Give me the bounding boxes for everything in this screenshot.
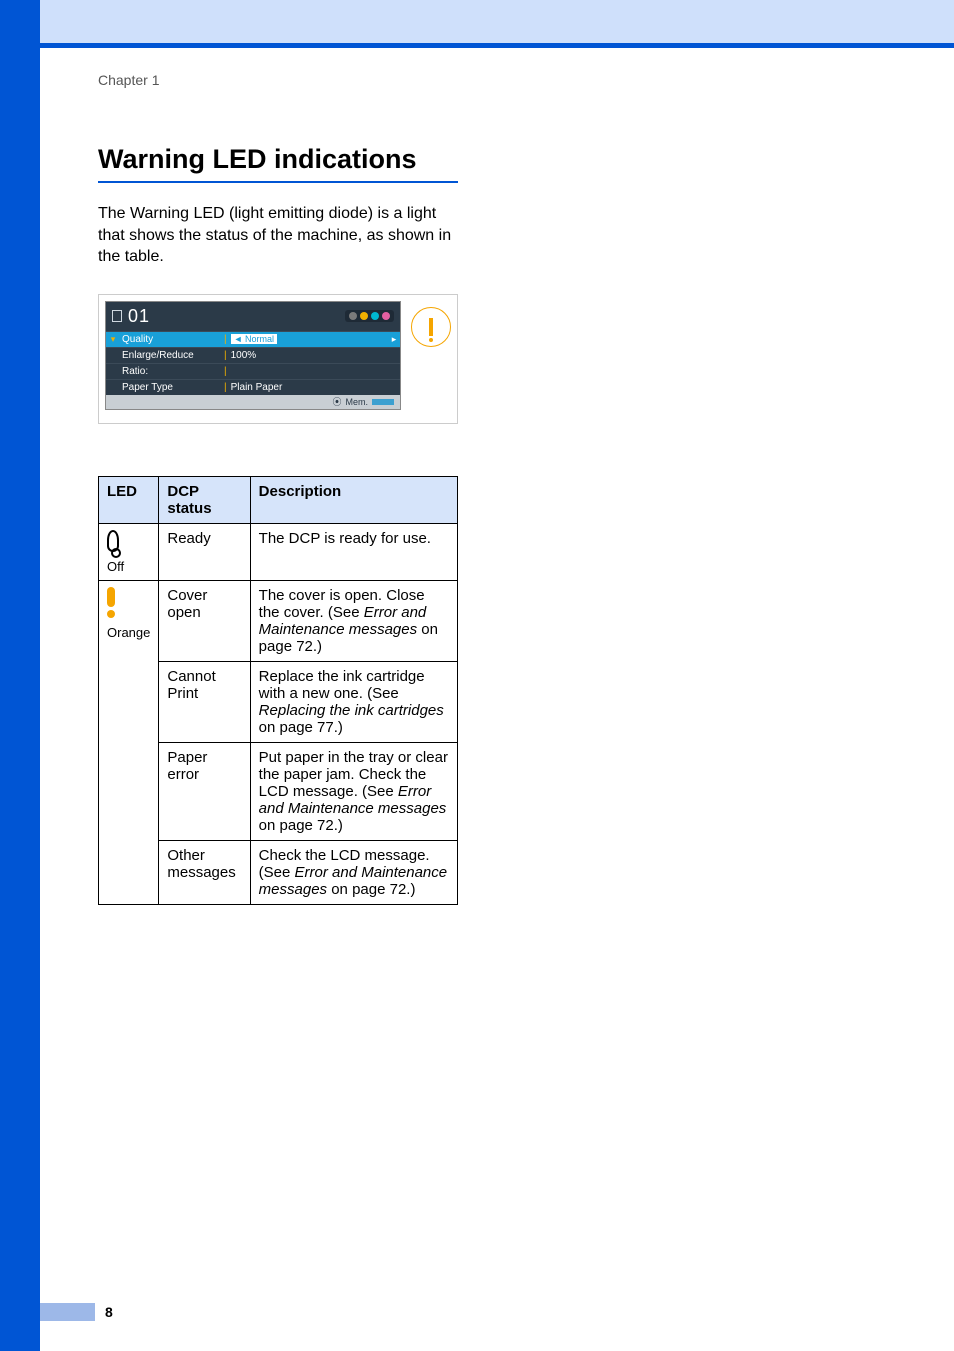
status-paper-error: Paper error: [159, 742, 250, 840]
lcd-row-ratio: Ratio: |: [106, 363, 400, 379]
led-off-cell: Off: [99, 523, 159, 580]
led-indications-table: LED DCP status Description Off Ready The…: [98, 476, 458, 905]
desc-paper-error: Put paper in the tray or clear the paper…: [250, 742, 457, 840]
status-cannot-print: Cannot Print: [159, 661, 250, 742]
desc-cannot-print: Replace the ink cartridge with a new one…: [250, 661, 457, 742]
desc-ready: The DCP is ready for use.: [250, 523, 457, 580]
wifi-icon: ⦿: [332, 395, 341, 408]
lcd-row-paper: Paper Type | Plain Paper: [106, 379, 400, 395]
lcd-screen: 01 ▾ Quality | ◄ Normal ▸: [105, 301, 401, 410]
lcd-copy-number: 01: [128, 306, 150, 327]
page-header-bar: [40, 0, 954, 43]
lcd-panel-figure: 01 ▾ Quality | ◄ Normal ▸: [98, 294, 458, 424]
lcd-quality-label: Quality: [120, 334, 220, 345]
lcd-paper-value: Plain Paper: [231, 382, 400, 393]
warning-led-callout: [411, 307, 451, 347]
status-ready: Ready: [159, 523, 250, 580]
ink-dot-yellow: [360, 312, 368, 320]
ink-level-indicator: [345, 310, 394, 322]
lcd-mem-label: Mem.: [346, 397, 369, 407]
led-off-label: Off: [107, 559, 124, 574]
page-header-rule: [40, 43, 954, 48]
table-row: Off Ready The DCP is ready for use.: [99, 523, 458, 580]
status-cover-open: Cover open: [159, 580, 250, 661]
lcd-row-quality: ▾ Quality | ◄ Normal ▸: [106, 331, 400, 347]
ink-dot-black: [349, 312, 357, 320]
chevron-right-icon: ▸: [388, 334, 400, 345]
memory-bar-icon: [372, 399, 394, 405]
lcd-quality-arrow: ◄: [234, 334, 243, 344]
exclamation-icon: [429, 318, 433, 336]
page-number: 8: [40, 1303, 113, 1321]
ink-dot-cyan: [371, 312, 379, 320]
desc-cover-open: The cover is open. Close the cover. (See…: [250, 580, 457, 661]
page-spine: [0, 0, 40, 1351]
lcd-copy-count: 01: [112, 306, 150, 327]
page-number-text: 8: [95, 1304, 113, 1320]
document-icon: [112, 310, 122, 322]
desc-other-messages: Check the LCD message. (See Error and Ma…: [250, 840, 457, 904]
lcd-paper-label: Paper Type: [120, 382, 220, 393]
ink-dot-magenta: [382, 312, 390, 320]
status-other-messages: Other messages: [159, 840, 250, 904]
lcd-enlarge-value: 100%: [231, 350, 400, 361]
section-title: Warning LED indications: [98, 144, 898, 175]
led-off-icon: [107, 530, 119, 552]
th-description: Description: [250, 476, 457, 523]
th-led: LED: [99, 476, 159, 523]
lcd-ratio-label: Ratio:: [120, 366, 220, 377]
th-status: DCP status: [159, 476, 250, 523]
led-orange-icon: [107, 587, 115, 618]
led-orange-cell: Orange: [99, 580, 159, 904]
section-rule: [98, 181, 458, 183]
chapter-label: Chapter 1: [98, 72, 898, 88]
lcd-status-bar: ⦿ Mem.: [106, 395, 400, 409]
lcd-enlarge-label: Enlarge/Reduce: [120, 350, 220, 361]
intro-paragraph: The Warning LED (light emitting diode) i…: [98, 203, 458, 268]
lcd-row-enlarge: Enlarge/Reduce | 100%: [106, 347, 400, 363]
page-number-tab: [40, 1303, 95, 1321]
led-orange-label: Orange: [107, 625, 150, 640]
lcd-quality-value: Normal: [245, 334, 274, 344]
table-row: Orange Cover open The cover is open. Clo…: [99, 580, 458, 661]
arrow-down-icon: ▾: [106, 334, 120, 345]
